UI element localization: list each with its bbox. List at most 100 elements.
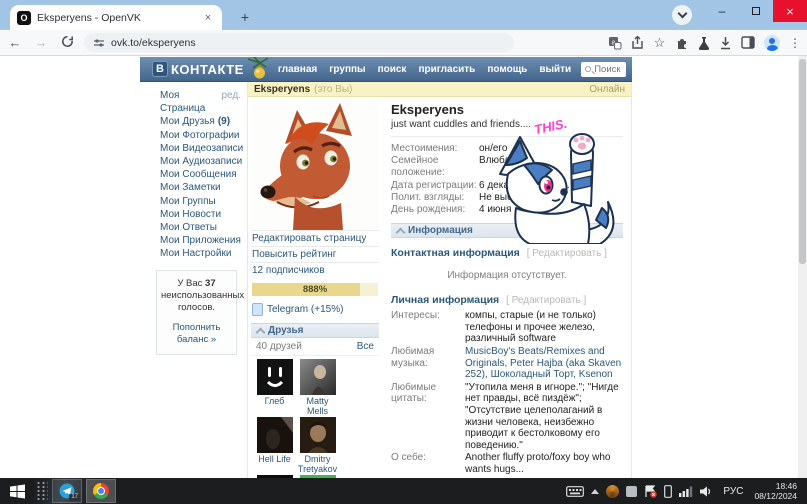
topup-balance-link[interactable]: Пополнить баланс » — [161, 322, 232, 346]
subscribers-link[interactable]: 12 подписчиков — [251, 262, 379, 278]
sidebar-item-my-videos[interactable]: Мои Видеозаписи — [160, 142, 247, 155]
taskbar-clock[interactable]: 18:46 08/12/2024 — [754, 481, 799, 501]
friend-card-hell-life[interactable]: Hell Life — [253, 417, 296, 474]
edit-page-link[interactable]: Редактировать страницу — [251, 230, 379, 246]
sidebar-item-my-groups[interactable]: Мои Группы — [160, 195, 247, 208]
forward-button[interactable]: → — [32, 35, 50, 50]
sidebar-item-my-news[interactable]: Мои Новости — [160, 208, 247, 221]
clock-date: 08/12/2024 — [754, 491, 797, 501]
tab-close-icon[interactable]: × — [201, 12, 215, 24]
site-info-icon[interactable] — [93, 38, 105, 48]
field-label: Любимые цитаты: — [391, 381, 436, 405]
page-viewport: В КОНТАКТЕ главная группы поиск пригласи… — [0, 56, 807, 478]
browser-profile-avatar[interactable] — [764, 34, 780, 51]
profile-avatar[interactable] — [251, 100, 378, 230]
tab-search-button[interactable] — [672, 5, 692, 25]
back-button[interactable]: ← — [6, 35, 24, 50]
field-label: Семейное положение: — [391, 155, 445, 179]
raise-rating-link[interactable]: Повысить рейтинг — [251, 246, 379, 262]
field-value: 4 июня — [479, 204, 512, 216]
sidebar-item-my-answers[interactable]: Мои Ответы — [160, 221, 247, 234]
edit-shortcut[interactable]: ред. — [221, 89, 247, 115]
friends-count-badge: (9) — [217, 116, 231, 128]
nav-logout[interactable]: выйти — [533, 64, 577, 75]
friend-card-gleb[interactable]: Глеб — [253, 359, 296, 416]
nav-groups[interactable]: группы — [323, 64, 371, 75]
network-signal-icon[interactable] — [679, 486, 693, 497]
address-bar[interactable]: ovk.to/eksperyens — [84, 33, 514, 52]
friend-avatar[interactable] — [256, 359, 293, 395]
field-label: Полит. взгляды: — [391, 191, 465, 203]
search-icon — [585, 66, 592, 72]
page-scrollbar[interactable] — [798, 56, 807, 478]
scrollbar-thumb[interactable] — [799, 59, 806, 264]
sidebar-item-my-messages[interactable]: Мои Сообщения — [160, 168, 247, 181]
bookmark-star-icon[interactable]: ☆ — [653, 35, 666, 51]
reload-icon — [61, 35, 73, 47]
windows-taskbar: 17 РУС 18:46 08/12/2024 — [0, 478, 807, 504]
contact-edit-link[interactable]: [ Редактировать ] — [527, 248, 607, 259]
minimize-button[interactable]: – — [705, 0, 739, 22]
vk-search-box[interactable] — [581, 61, 626, 77]
system-tray: РУС 18:46 08/12/2024 — [566, 481, 807, 501]
translate-icon[interactable]: a — [608, 36, 622, 50]
nav-search[interactable]: поиск — [372, 64, 413, 75]
sidebar-item-my-photos[interactable]: Мои Фотографии — [160, 129, 247, 142]
friend-card-matty[interactable]: Matty Mells — [296, 359, 339, 416]
sidebar-item-my-friends[interactable]: Мои Друзья (9) — [160, 115, 247, 128]
tray-app-icon[interactable] — [626, 485, 638, 497]
friend-avatar[interactable] — [299, 359, 336, 395]
personal-edit-link[interactable]: [ Редактировать ] — [506, 295, 586, 306]
new-tab-button[interactable]: + — [236, 9, 254, 27]
taskbar-telegram-button[interactable]: 17 — [52, 479, 82, 503]
friend-card-dmitry-tretyakov[interactable]: Dmitry Tretyakov — [296, 417, 339, 474]
taskbar-chrome-button[interactable] — [86, 479, 116, 503]
sidebar-item-my-audios[interactable]: Мои Аудиозаписи — [160, 155, 247, 168]
sidebar-item-my-page[interactable]: Моя Страница ред. — [160, 89, 247, 115]
favorite-music-links[interactable]: MusicBoy's Beats/Remixes and Originals, … — [465, 346, 623, 381]
download-icon[interactable] — [719, 36, 732, 50]
share-icon[interactable] — [631, 35, 644, 50]
sidebar-item-my-apps[interactable]: Мои Приложения — [160, 234, 247, 247]
friends-count-row: 40 друзей Все — [251, 338, 379, 356]
profile-status[interactable]: just want cuddles and friends.... — [391, 119, 623, 137]
side-panel-icon[interactable] — [741, 36, 755, 49]
profile-you-label: (это Вы) — [314, 83, 353, 95]
show-hidden-icons-arrow[interactable] — [591, 488, 600, 494]
online-status-badge: Онлайн — [589, 83, 625, 95]
nav-help[interactable]: помощь — [481, 64, 533, 75]
field-value: Влюблён — [479, 155, 522, 167]
sidebar-item-my-settings[interactable]: Мои Настройки — [160, 247, 247, 260]
browser-menu-icon[interactable]: ⋮ — [789, 36, 801, 50]
close-button[interactable]: × — [773, 0, 807, 22]
nav-home[interactable]: главная — [272, 64, 323, 75]
search-input[interactable] — [594, 63, 622, 75]
collapse-icon[interactable] — [256, 327, 264, 335]
tray-app-icon[interactable] — [606, 484, 620, 498]
touch-keyboard-icon[interactable] — [566, 485, 585, 497]
volume-icon[interactable] — [700, 486, 712, 497]
pc-status-icon[interactable] — [664, 484, 673, 498]
action-center-flag-icon[interactable] — [644, 484, 658, 498]
window-controls: – × — [705, 0, 807, 22]
language-indicator[interactable]: РУС — [719, 486, 747, 497]
contact-info-title: Контактная информация [ Редактировать ] — [391, 247, 607, 260]
browser-tab[interactable]: O Eksperyens - OpenVK × — [10, 5, 222, 30]
start-button[interactable] — [0, 478, 34, 504]
telegram-bonus-link[interactable]: Telegram (+15%) — [252, 303, 378, 316]
vk-logo[interactable]: В КОНТАКТЕ — [152, 61, 244, 77]
telegram-badge: 17 — [69, 494, 80, 501]
rating-value: 888% — [302, 284, 328, 295]
friends-all-link[interactable]: Все — [357, 341, 374, 352]
collapse-icon[interactable] — [396, 227, 404, 235]
browser-toolbar: ← → ovk.to/eksperyens a ☆ ⋮ — [0, 30, 807, 56]
reload-button[interactable] — [58, 35, 76, 51]
flask-icon[interactable] — [698, 36, 710, 50]
extensions-puzzle-icon[interactable] — [675, 36, 689, 50]
profile-main: Eksperyens (это Вы) Онлайн Редактировать… — [247, 82, 632, 478]
nav-invite[interactable]: пригласить — [412, 64, 481, 75]
sidebar-item-my-notes[interactable]: Мои Заметки — [160, 181, 247, 194]
friend-avatar[interactable] — [256, 417, 293, 453]
friend-avatar[interactable] — [299, 417, 336, 453]
maximize-button[interactable] — [739, 0, 773, 22]
